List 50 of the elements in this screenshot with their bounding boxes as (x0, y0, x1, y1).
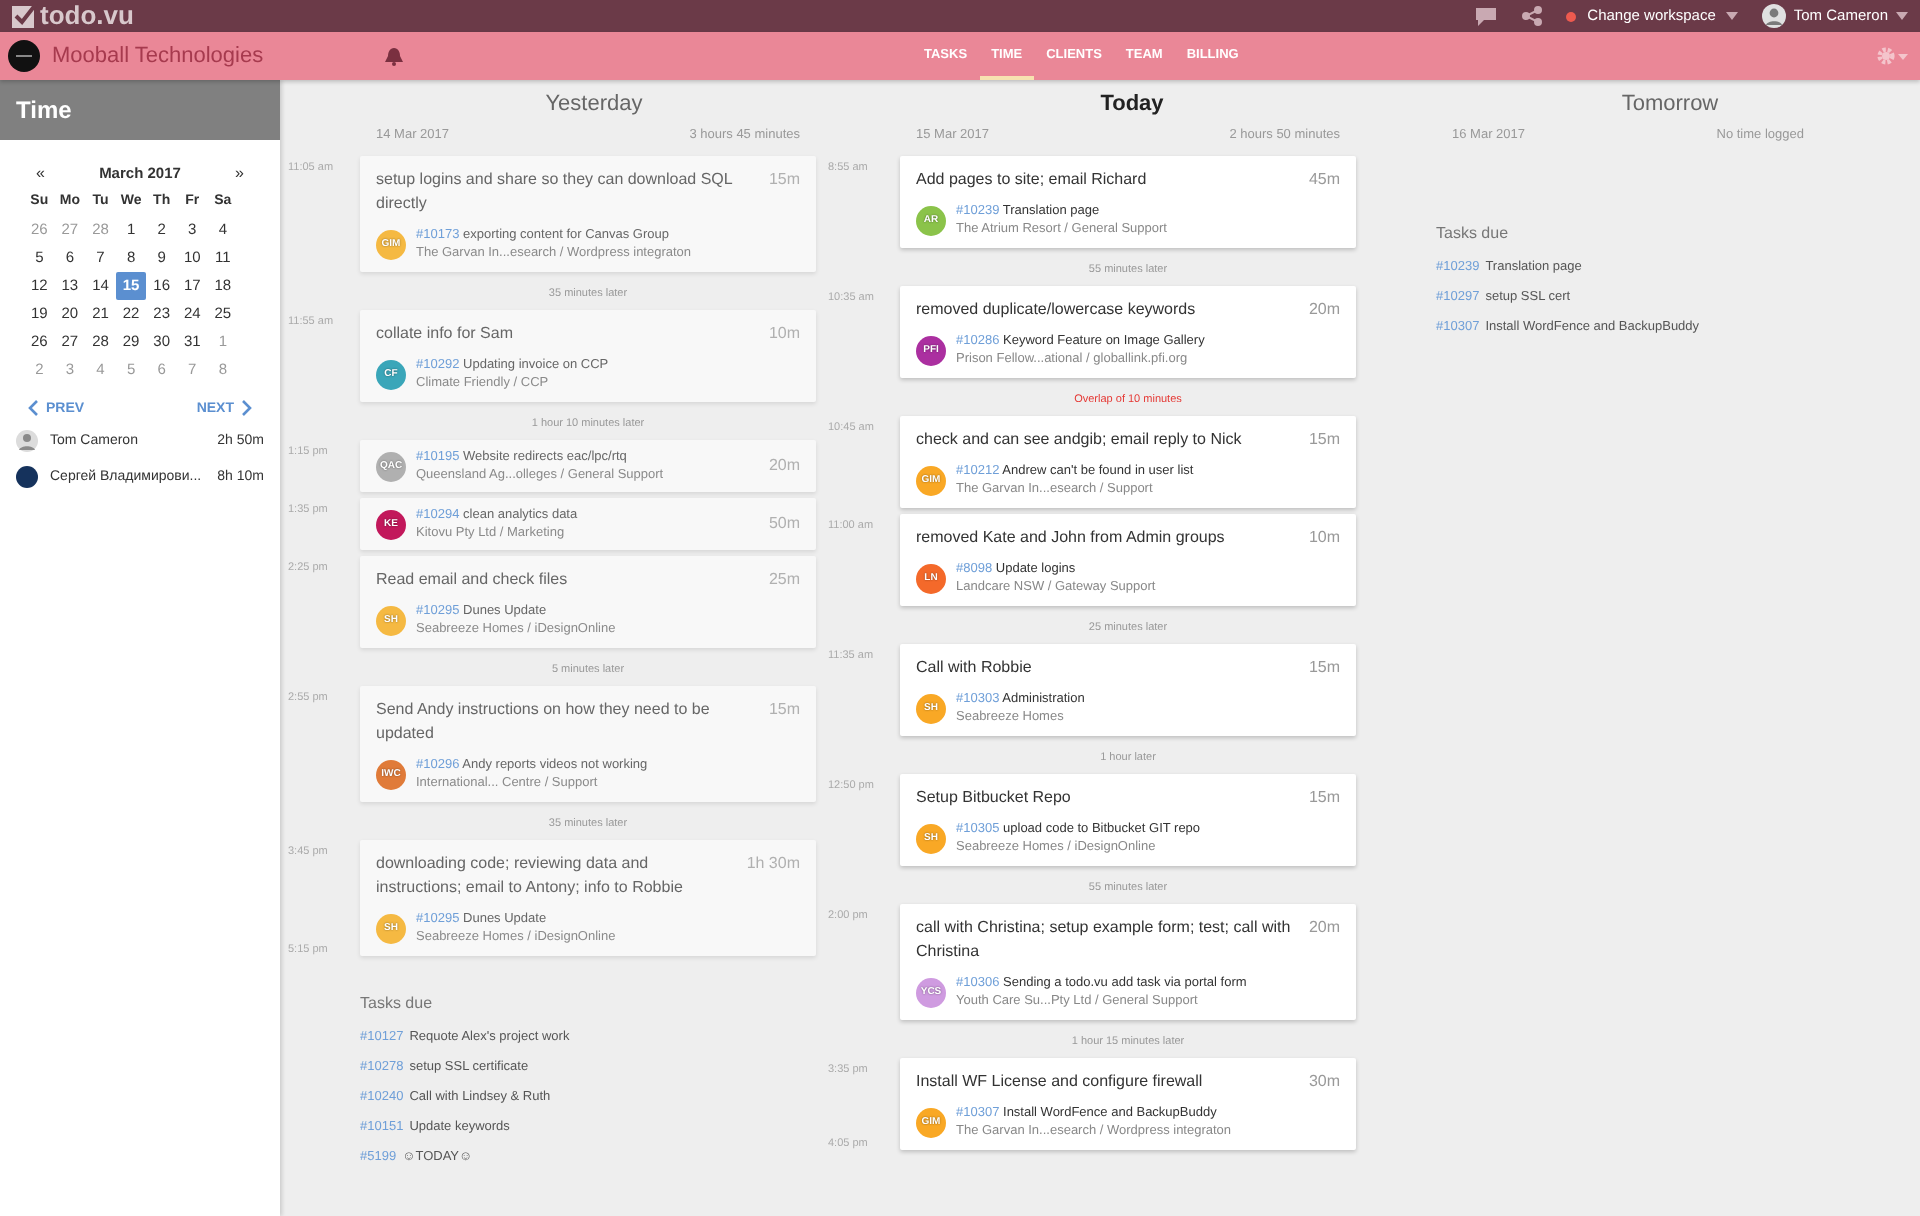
next-month-button[interactable]: » (235, 164, 244, 182)
entry-duration: 20m (1308, 916, 1340, 940)
entry-duration: 25m (768, 568, 800, 592)
entry-duration: 45m (1308, 168, 1340, 192)
entry-title: removed Kate and John from Admin groups (916, 526, 1225, 550)
entry-duration: 15m (1308, 786, 1340, 810)
status-dot-icon (1565, 11, 1576, 21)
entry-title: check and can see andgib; email reply to Nick (916, 428, 1242, 452)
entry-duration: 15m (768, 698, 800, 722)
entry-title: setup logins and share so they can download SQL directly (376, 168, 735, 216)
day-title: Tomorrow (1619, 90, 1721, 118)
caret-icon (1725, 12, 1738, 20)
company-logo-icon (8, 40, 40, 72)
entry-duration: 30m (1308, 1070, 1340, 1094)
entry-title: collate info for Sam (376, 322, 513, 346)
caret-icon (1896, 12, 1908, 20)
entry-duration: 20m (768, 454, 800, 478)
entry-duration: 50m (768, 512, 800, 536)
entry-title: Install WF License and configure firewall (916, 1070, 1203, 1094)
entry-title: Add pages to site; email Richard (916, 168, 1147, 192)
entry-duration: 20m (1308, 298, 1340, 322)
page-title: Time (0, 80, 280, 140)
avatar-icon (1761, 4, 1786, 28)
bell-icon[interactable] (383, 46, 404, 66)
entry-title: removed duplicate/lowercase keywords (916, 298, 1196, 322)
day-title: Yesterday (543, 90, 645, 118)
entry-title: Read email and check files (376, 568, 568, 592)
chat-icon[interactable] (1473, 6, 1498, 26)
entry-duration: 15m (1308, 656, 1340, 680)
user-avatar (16, 430, 38, 452)
share-icon[interactable] (1521, 6, 1542, 26)
entry-title: Send Andy instructions on how they need to be updated (376, 698, 712, 746)
logo-text: todo.vu (40, 0, 134, 32)
day-title: Today (1098, 90, 1166, 118)
entry-duration: 10m (1308, 526, 1340, 550)
tasks-due-heading: Tasks due (360, 994, 435, 1012)
entry-duration: 10m (768, 322, 800, 346)
entry-duration: 1h 30m (746, 852, 800, 876)
entry-duration: 15m (1308, 428, 1340, 452)
chevron-left-icon (28, 400, 38, 416)
company-name: Mooball Technologies (52, 44, 264, 68)
entry-title: call with Christina; setup example form; test; call with Christina (916, 916, 1293, 964)
entry-title: downloading code; reviewing data and instructions; email to Antony; info to Robbie (376, 852, 685, 900)
entry-title: Setup Bitbucket Repo (916, 786, 1071, 810)
entry-duration: 15m (768, 168, 800, 192)
entry-title: Call with Robbie (916, 656, 1032, 680)
previous-month-button[interactable]: « (36, 164, 45, 182)
user-avatar (16, 466, 38, 488)
chevron-right-icon (242, 400, 252, 416)
tasks-due-heading: Tasks due (1436, 224, 1511, 242)
